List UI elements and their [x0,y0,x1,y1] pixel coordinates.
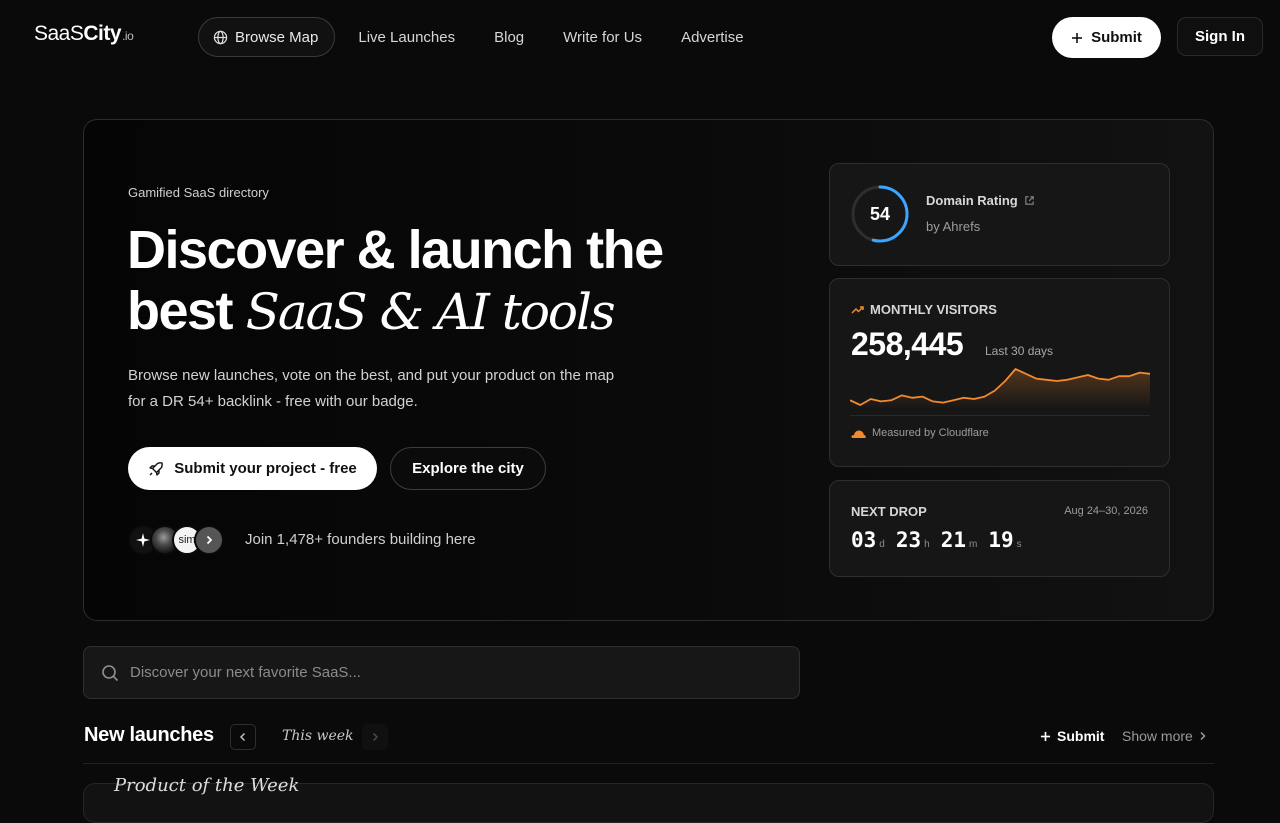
chevron-left-icon [239,732,246,742]
next-drop-card: NEXT DROP Aug 24–30, 2026 03 d 23 h 21 m 19… [829,480,1170,577]
explore-city-button[interactable]: Explore the city [390,447,546,490]
hero-lead: Browse new launches, vote on the best, a… [128,367,615,410]
countdown-timer: 03 d 23 h 21 m 19 s [851,528,1033,552]
logo-text-main: SaaS [34,22,84,45]
launches-submit-label: Submit [1057,728,1105,744]
headline-bold-word: best [127,281,234,341]
rocket-icon [149,461,164,476]
founder-avatars: sim [128,525,224,555]
sparkle-icon [136,533,150,547]
hero-section: Gamified SaaS directory Discover & launc… [83,119,1214,621]
nav-link-write-for-us[interactable]: Write for Us [563,29,642,46]
next-drop-date: Aug 24–30, 2026 [1064,505,1148,517]
search-input[interactable] [130,647,799,698]
logo-tld: .io [122,29,134,43]
submit-project-button[interactable]: Submit your project - free [128,447,377,490]
hero-eyebrow: Gamified SaaS directory [128,185,269,200]
chevron-right-icon [1200,731,1206,741]
cloudflare-footer: Measured by Cloudflare [851,427,989,439]
headline-line-1: Discover & launch the [127,220,664,280]
cloudflare-label: Measured by Cloudflare [872,427,989,439]
new-launches-title: New launches [84,724,214,746]
next-week-button[interactable] [362,724,388,750]
chevron-right-icon [372,732,379,742]
divider [850,415,1150,416]
avatar-text: sim [178,534,196,546]
top-navigation: SaaSCity.io Browse Map Live Launches Blo… [0,0,1280,72]
monthly-visitors-period: Last 30 days [985,344,1054,358]
browse-map-label: Browse Map [235,28,319,46]
search-icon [102,664,119,681]
monthly-visitors-label-wrap: MONTHLY VISITORS [851,302,997,317]
show-more-link[interactable]: Show more [1122,728,1206,744]
show-more-label: Show more [1122,728,1193,744]
countdown-seconds-unit: s [1016,539,1022,550]
countdown-days-unit: d [879,539,885,550]
countdown-hours: 23 [895,528,922,552]
search-bar[interactable] [83,646,800,699]
hero-headline: Discover & launch the best SaaS & AI too… [127,220,767,343]
external-link-icon [1025,196,1034,205]
saascity-logo[interactable]: SaaSCity.io [34,22,134,46]
countdown-days: 03 [851,528,877,552]
domain-rating-value: 54 [869,203,891,224]
globe-icon [213,30,228,44]
nav-links: Browse Map Live Launches Blog Write for … [198,17,744,57]
domain-rating-title[interactable]: Domain Rating [926,193,1035,208]
countdown-hours-unit: h [924,539,930,550]
domain-rating-source: by Ahrefs [926,219,981,234]
previous-week-button[interactable] [230,724,256,750]
monthly-visitors-value: 258,445 [851,326,964,362]
domain-rating-label: Domain Rating [926,193,1018,208]
founders-count: Join 1,478+ founders building here [245,531,476,548]
next-drop-label: NEXT DROP [851,504,927,519]
cloudflare-icon [851,430,866,438]
monthly-visitors-label: MONTHLY VISITORS [870,302,997,317]
visitors-sparkline [850,368,1150,409]
trending-up-icon [851,305,864,314]
product-of-week-label: Product of the Week [114,775,300,796]
countdown-seconds: 19 [988,528,1014,552]
week-label: This week [282,728,354,744]
logo-text-bold: City [83,22,122,45]
headline-italic: SaaS & AI tools [245,283,616,341]
domain-rating-card: 54 Domain Rating by Ahrefs [829,163,1170,266]
submit-label: Submit [1091,29,1142,46]
launches-submit-button[interactable]: Submit [1040,728,1104,744]
chevron-right-icon [206,535,213,545]
divider [83,763,1214,764]
countdown-minutes: 21 [940,528,967,552]
avatar-more-button[interactable] [194,525,224,555]
plus-icon [1072,32,1083,43]
browse-map-button[interactable]: Browse Map [198,17,336,57]
sign-in-button[interactable]: Sign In [1177,17,1263,56]
sparkline-area [850,369,1150,409]
nav-link-live-launches[interactable]: Live Launches [358,29,455,46]
monthly-visitors-card: MONTHLY VISITORS 258,445 Last 30 days Me… [829,278,1170,467]
submit-button[interactable]: Submit [1052,17,1161,58]
submit-project-label: Submit your project - free [174,460,357,477]
nav-link-blog[interactable]: Blog [494,29,524,46]
countdown-minutes-unit: m [969,539,978,550]
plus-icon [1040,731,1051,741]
nav-link-advertise[interactable]: Advertise [681,29,744,46]
